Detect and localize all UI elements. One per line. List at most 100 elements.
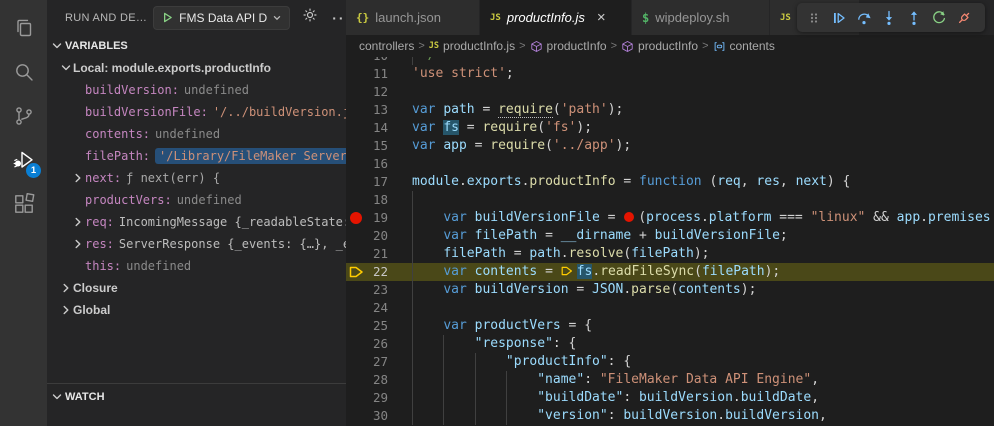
code-line[interactable]: 15 var app = require('../app'); [346,137,994,155]
scope-row[interactable]: Closure [47,277,346,299]
activity-item-run-and-debug[interactable]: 1 [0,138,47,182]
more-actions-icon[interactable]: ··· [332,10,346,26]
variables-section-header[interactable]: VARIABLES [47,35,346,57]
continue-button[interactable] [826,5,851,30]
code-line[interactable]: 20 var filePath = __dirname + buildVersi… [346,227,994,245]
code-editor[interactable]: 10 */11'use strict';1213var path = requi… [346,57,994,426]
line-number[interactable]: 10 [366,57,388,65]
code-line[interactable]: 19 var buildVersionFile = (process.platf… [346,209,994,227]
code-line[interactable]: 23 var buildVersion = JSON.parse(content… [346,281,994,299]
chevron-right-icon[interactable] [71,216,85,228]
close-tab-icon[interactable]: × [597,10,606,25]
code-line[interactable]: 16 [346,155,994,173]
code-line[interactable]: 10 */ [346,57,994,65]
continue-icon [833,12,845,23]
breadcrumb-item[interactable]: controllers [359,39,414,53]
breadcrumb-item[interactable]: productInfo [530,39,607,53]
breadcrumb-item[interactable]: contents [713,39,775,53]
code-line[interactable]: 25 var productVers = { [346,317,994,335]
line-number[interactable]: 27 [366,353,388,371]
code-line[interactable]: 27 "productInfo": { [346,353,994,371]
activity-item-extensions[interactable] [0,182,47,226]
code-line[interactable]: 30 "version": buildVersion.buildVersion, [346,407,994,425]
code-line[interactable]: 18 [346,191,994,209]
code-line[interactable]: 13 var path = require('path'); [346,101,994,119]
line-number[interactable]: 19 [366,209,388,227]
variable-row[interactable]: productVers: undefined [47,189,346,211]
breakpoint-icon[interactable] [346,209,366,227]
variable-row[interactable]: res: ServerResponse {_events: {…}, _ev… [47,233,346,255]
launch-config-select[interactable]: FMS Data API D [153,5,291,30]
variable-row[interactable]: contents: undefined [47,123,346,145]
code-token: = [537,228,561,243]
line-number[interactable]: 18 [366,191,388,209]
code-line[interactable]: 21 filePath = path.resolve(filePath); [346,245,994,263]
variable-row[interactable]: buildVersion: undefined [47,79,346,101]
variable-row[interactable]: filePath: '/Library/FileMaker Server/W…' [47,145,346,167]
code-token: 'path' [560,102,608,117]
code-token: JSON [592,282,624,297]
breadcrumb-item[interactable]: JS productInfo.js [429,39,515,53]
line-number[interactable]: 16 [366,155,388,173]
execution-pointer-icon[interactable] [346,263,366,281]
variable-row[interactable]: buildVersionFile: '/../buildVersion.js…' [47,101,346,123]
line-number[interactable]: 17 [366,173,388,191]
variable-row[interactable]: next: ƒ next(err) { [47,167,346,189]
code-line[interactable]: 11 'use strict'; [346,65,994,83]
line-number[interactable]: 12 [366,83,388,101]
line-number[interactable]: 30 [366,407,388,425]
activity-item-search[interactable] [0,50,47,94]
code-line[interactable]: 22 var contents = fs.readFileSync(filePa… [346,263,994,281]
tab-productinfo-js[interactable]: JS productInfo.js × [480,0,632,35]
scope-row[interactable]: Local: module.exports.productInfo [47,57,346,79]
code-line[interactable]: 29 "buildDate": buildVersion.buildDate, [346,389,994,407]
line-number[interactable]: 11 [366,65,388,83]
activity-item-source-control[interactable] [0,94,47,138]
sidebar-title: RUN AND DE… [65,11,148,24]
line-number[interactable]: 14 [366,119,388,137]
line-number[interactable]: 20 [366,227,388,245]
code-token: ( [545,138,553,153]
watch-section-header[interactable]: WATCH [47,384,346,410]
code-line[interactable]: 28 "name": "FileMaker Data API Engine", [346,371,994,389]
breadcrumb-item[interactable]: productInfo [621,39,698,53]
chevron-down-icon[interactable] [59,62,73,74]
chevron-right-icon[interactable] [59,282,73,294]
chevron-down-icon [273,15,281,20]
variable-row[interactable]: req: IncomingMessage {_readableState: … [47,211,346,233]
chevron-right-icon[interactable] [59,304,73,316]
code-line[interactable]: 17 module.exports.productInfo = function … [346,173,994,191]
variable-row[interactable]: this: undefined [47,255,346,277]
chevron-right-icon[interactable] [71,172,85,184]
line-number[interactable]: 26 [366,335,388,353]
code-line[interactable]: 14 var fs = require('fs'); [346,119,994,137]
line-number[interactable]: 25 [366,317,388,335]
chevron-right-icon[interactable] [71,238,85,250]
line-number[interactable]: 24 [366,299,388,317]
line-number[interactable]: 21 [366,245,388,263]
code-line[interactable]: 24 [346,299,994,317]
step-over-button[interactable] [851,5,876,30]
tab-launch-json[interactable]: {} launch.json [346,0,480,35]
tab-wipdeploy-sh[interactable]: $ wipdeploy.sh [632,0,770,35]
line-number[interactable]: 29 [366,389,388,407]
line-number[interactable]: 28 [366,371,388,389]
restart-button[interactable] [926,5,951,30]
drag-handle-button[interactable] [801,5,826,30]
scope-row[interactable]: Global [47,299,346,321]
activity-item-explorer[interactable] [0,6,47,50]
search-icon [15,64,33,81]
line-number[interactable]: 23 [366,281,388,299]
chevron-down-icon [52,394,62,400]
code-line[interactable]: 12 [346,83,994,101]
line-number[interactable]: 22 [366,263,388,281]
step-out-button[interactable] [901,5,926,30]
disconnect-button[interactable] [951,5,976,30]
code-token: : [607,408,624,423]
code-token: . [732,390,741,405]
code-line[interactable]: 26 "response": { [346,335,994,353]
gear-icon[interactable] [302,7,318,28]
step-into-button[interactable] [876,5,901,30]
line-number[interactable]: 13 [366,101,388,119]
line-number[interactable]: 15 [366,137,388,155]
